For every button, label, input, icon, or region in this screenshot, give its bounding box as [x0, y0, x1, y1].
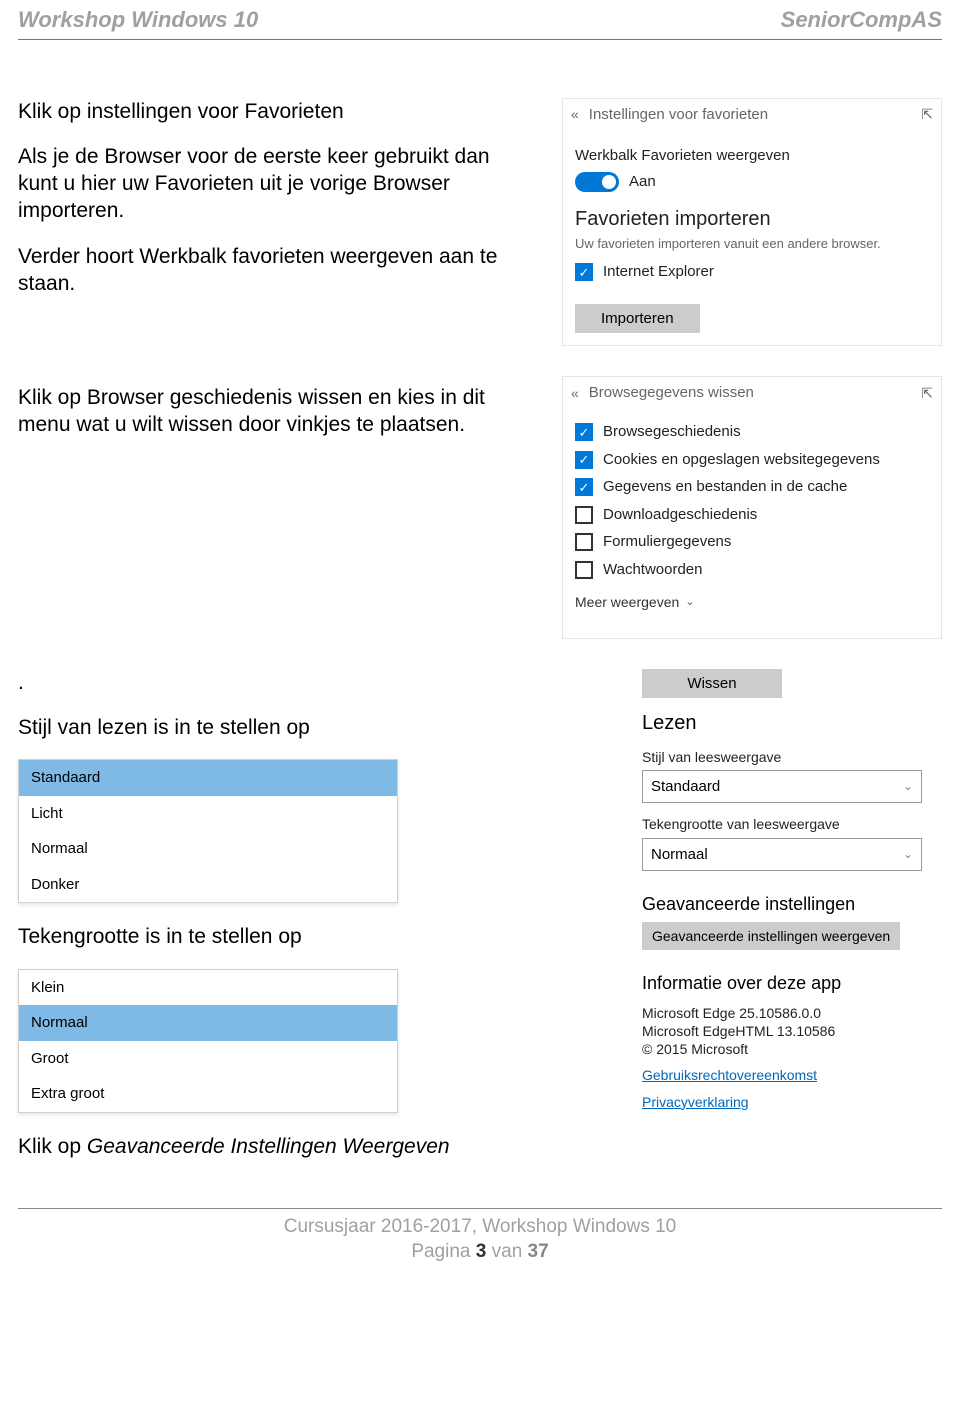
size-instruction: Tekengrootte is in te stellen op	[18, 923, 534, 950]
fav-toolbar-toggle[interactable]	[575, 172, 619, 192]
reading-heading: Lezen	[642, 710, 942, 736]
ie-checkbox[interactable]	[575, 263, 593, 281]
advanced-heading: Geavanceerde instellingen	[642, 893, 942, 916]
reading-style-dropdown[interactable]: StandaardLichtNormaalDonker	[18, 759, 398, 903]
show-more-label: Meer weergeven	[575, 593, 679, 611]
reading-size-value: Normaal	[651, 845, 708, 865]
clear-item-checkbox[interactable]	[575, 423, 593, 441]
footer-page-pre: Pagina	[411, 1241, 475, 1262]
reading-size-dropdown[interactable]: KleinNormaalGrootExtra groot	[18, 969, 398, 1113]
back-icon[interactable]: «	[571, 384, 579, 402]
chevron-down-icon: ⌄	[903, 847, 913, 863]
dropdown-option[interactable]: Donker	[19, 867, 397, 903]
import-favorites-subtext: Uw favorieten importeren vanuit een ande…	[575, 236, 929, 253]
dropdown-option[interactable]: Licht	[19, 796, 397, 832]
privacy-link[interactable]: Privacyverklaring	[642, 1093, 942, 1111]
pin-icon[interactable]: ⇱	[921, 105, 933, 123]
dropdown-option[interactable]: Normaal	[19, 831, 397, 867]
clear-item-label: Downloadgeschiedenis	[603, 505, 757, 525]
advanced-instruction-em: Geavanceerde Instellingen Weergeven	[87, 1135, 450, 1158]
clear-item-label: Formuliergegevens	[603, 532, 731, 552]
about-heading: Informatie over deze app	[642, 972, 942, 995]
dropdown-option[interactable]: Standaard	[19, 760, 397, 796]
clear-item-row: Browsegeschiedenis	[575, 422, 929, 442]
header-left: Workshop Windows 10	[18, 6, 258, 35]
reading-size-select[interactable]: Normaal ⌄	[642, 838, 922, 872]
clear-item-label: Wachtwoorden	[603, 560, 703, 580]
dropdown-option[interactable]: Normaal	[19, 1005, 397, 1041]
favorites-panel-title: Instellingen voor favorieten	[589, 105, 768, 125]
ie-checkbox-label: Internet Explorer	[603, 262, 714, 282]
clear-item-row: Wachtwoorden	[575, 560, 929, 580]
clear-item-label: Browsegeschiedenis	[603, 422, 741, 442]
clear-item-checkbox[interactable]	[575, 533, 593, 551]
back-icon[interactable]: «	[571, 105, 579, 123]
footer-page-total: 37	[528, 1241, 549, 1262]
about-line-3: © 2015 Microsoft	[642, 1040, 942, 1058]
footer-page-mid: van	[486, 1241, 527, 1262]
about-line-2: Microsoft EdgeHTML 13.10586	[642, 1022, 942, 1040]
clear-item-checkbox[interactable]	[575, 478, 593, 496]
terms-link[interactable]: Gebruiksrechtovereenkomst	[642, 1066, 942, 1084]
style-instruction: Stijl van lezen is in te stellen op	[18, 714, 534, 741]
dot-line: .	[18, 669, 534, 696]
reading-size-label: Tekengrootte van leesweergave	[642, 815, 942, 833]
clear-item-row: Downloadgeschiedenis	[575, 505, 929, 525]
advanced-instruction: Klik op Geavanceerde Instellingen Weerge…	[18, 1133, 534, 1160]
show-more-link[interactable]: Meer weergeven ⌄	[575, 593, 695, 611]
instruction-favorites-heading: Klik op instellingen voor Favorieten	[18, 98, 534, 125]
clear-item-row: Gegevens en bestanden in de cache	[575, 477, 929, 497]
clear-item-row: Cookies en opgeslagen websitegegevens	[575, 450, 929, 470]
header-right: SeniorCompAS	[781, 6, 942, 35]
show-advanced-button[interactable]: Geavanceerde instellingen weergeven	[642, 922, 900, 950]
footer-page-num: 3	[476, 1241, 487, 1262]
chevron-down-icon: ⌄	[903, 779, 913, 795]
import-button[interactable]: Importeren	[575, 304, 700, 333]
footer-line1: Cursusjaar 2016-2017, Workshop Windows 1…	[18, 1215, 942, 1240]
clear-item-checkbox[interactable]	[575, 561, 593, 579]
clear-data-panel: « Browsegegevens wissen ⇱ Browsegeschied…	[562, 376, 942, 639]
clear-item-label: Gegevens en bestanden in de cache	[603, 477, 847, 497]
footer-page: Pagina 3 van 37	[18, 1240, 942, 1265]
clear-button[interactable]: Wissen	[642, 669, 782, 698]
clear-item-row: Formuliergegevens	[575, 532, 929, 552]
reading-style-value: Standaard	[651, 777, 720, 797]
fav-toolbar-label: Werkbalk Favorieten weergeven	[575, 146, 929, 166]
dropdown-option[interactable]: Klein	[19, 970, 397, 1006]
dropdown-option[interactable]: Groot	[19, 1041, 397, 1077]
pin-icon[interactable]: ⇱	[921, 384, 933, 402]
fav-toolbar-toggle-state: Aan	[629, 172, 656, 192]
instruction-favorites-p1: Als je de Browser voor de eerste keer ge…	[18, 143, 534, 225]
clear-panel-title: Browsegegevens wissen	[589, 383, 754, 403]
instruction-favorites-p2: Verder hoort Werkbalk favorieten weergev…	[18, 243, 534, 298]
clear-item-checkbox[interactable]	[575, 506, 593, 524]
reading-style-select[interactable]: Standaard ⌄	[642, 770, 922, 804]
chevron-down-icon: ⌄	[685, 595, 694, 609]
import-favorites-heading: Favorieten importeren	[575, 206, 929, 232]
clear-item-label: Cookies en opgeslagen websitegegevens	[603, 450, 880, 470]
about-line-1: Microsoft Edge 25.10586.0.0	[642, 1004, 942, 1022]
favorites-settings-panel: « Instellingen voor favorieten ⇱ Werkbal…	[562, 98, 942, 346]
reading-style-label: Stijl van leesweergave	[642, 748, 942, 766]
dropdown-option[interactable]: Extra groot	[19, 1076, 397, 1112]
instruction-clear-history: Klik op Browser geschiedenis wissen en k…	[18, 384, 534, 439]
clear-item-checkbox[interactable]	[575, 451, 593, 469]
